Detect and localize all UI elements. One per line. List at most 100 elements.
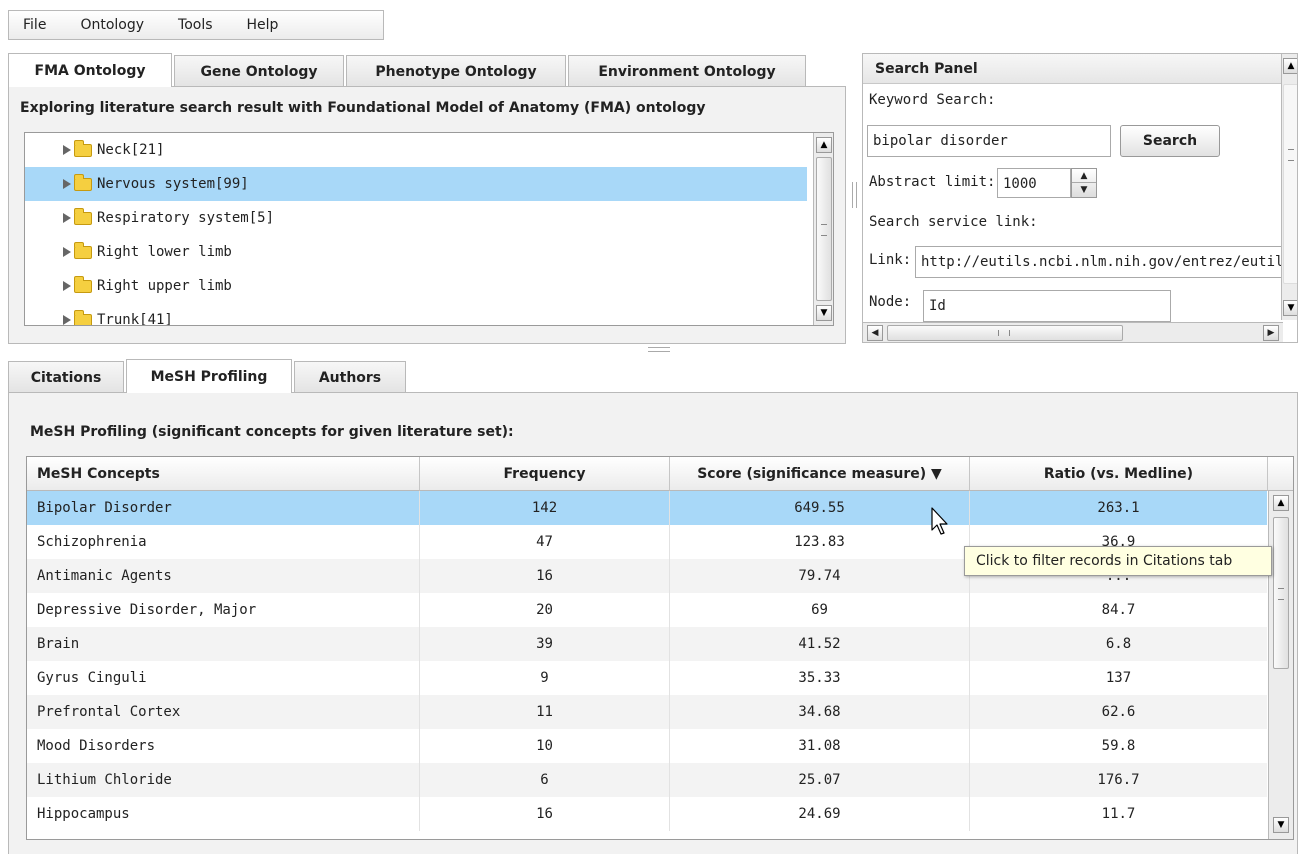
tab-gene-ontology[interactable]: Gene Ontology <box>174 55 344 87</box>
expand-arrow-icon[interactable] <box>63 281 71 291</box>
tab-fma-ontology[interactable]: FMA Ontology <box>8 53 172 87</box>
tree-item[interactable]: Nervous system[99] <box>25 167 807 201</box>
tree-scrollbar[interactable]: ▲ ▼ <box>813 133 833 325</box>
node-label: Node: <box>869 294 912 310</box>
folder-icon <box>74 139 92 157</box>
tree-item-label: Right upper limb <box>97 278 232 294</box>
menu-tools[interactable]: Tools <box>174 17 217 33</box>
expand-arrow-icon[interactable] <box>63 145 71 155</box>
vertical-splitter-handle[interactable] <box>852 182 857 208</box>
folder-icon <box>74 207 92 225</box>
scroll-thumb[interactable] <box>816 157 832 301</box>
table-row[interactable]: Lithium Chloride 6 25.07 176.7 <box>27 763 1267 797</box>
table-row[interactable]: Prefrontal Cortex 11 34.68 62.6 <box>27 695 1267 729</box>
table-row[interactable]: Bipolar Disorder 142 649.55 263.1 <box>27 491 1267 525</box>
cell-frequency: 10 <box>420 729 670 763</box>
cell-frequency: 16 <box>420 797 670 831</box>
scroll-thumb[interactable] <box>887 325 1123 341</box>
service-link-input[interactable]: http://eutils.ncbi.nlm.nih.gov/entrez/eu… <box>915 246 1287 278</box>
scroll-up-icon[interactable]: ▲ <box>816 137 832 153</box>
column-header-filler <box>1268 457 1293 491</box>
cell-ratio: 176.7 <box>1097 772 1140 788</box>
cell-frequency: 47 <box>420 525 670 559</box>
table-row[interactable]: Hippocampus 16 24.69 11.7 <box>27 797 1267 831</box>
mesh-table: MeSH Concepts Frequency Score (significa… <box>26 456 1294 840</box>
tree-item-label: Nervous system[99] <box>97 176 249 192</box>
column-header-score[interactable]: Score (significance measure) ▼ <box>670 457 970 491</box>
cell-concept: Gyrus Cinguli <box>27 661 420 695</box>
scroll-left-icon[interactable]: ◀ <box>867 325 883 341</box>
menu-help[interactable]: Help <box>243 17 283 33</box>
cell-concept: Prefrontal Cortex <box>27 695 420 729</box>
table-row[interactable]: Mood Disorders 10 31.08 59.8 <box>27 729 1267 763</box>
cell-score: 649.55 <box>670 491 970 525</box>
ontology-tabbar: FMA Ontology Gene Ontology Phenotype Ont… <box>8 53 808 87</box>
scroll-down-icon[interactable]: ▼ <box>816 305 832 321</box>
node-input[interactable]: Id <box>923 290 1171 322</box>
expand-arrow-icon[interactable] <box>63 213 71 223</box>
keyword-search-input[interactable]: bipolar disorder <box>867 125 1111 157</box>
scroll-down-icon[interactable]: ▼ <box>1273 817 1289 833</box>
table-row[interactable]: Depressive Disorder, Major 20 69 84.7 <box>27 593 1267 627</box>
cell-concept: Depressive Disorder, Major <box>27 593 420 627</box>
table-row[interactable]: Gyrus Cinguli 9 35.33 137 <box>27 661 1267 695</box>
grip-icon <box>1288 149 1294 161</box>
menu-ontology[interactable]: Ontology <box>76 17 148 33</box>
column-header-frequency[interactable]: Frequency <box>420 457 670 491</box>
cell-frequency: 11 <box>420 695 670 729</box>
scroll-down-icon[interactable]: ▼ <box>1283 300 1297 316</box>
cell-ratio: 59.8 <box>1101 738 1136 754</box>
scroll-up-icon[interactable]: ▲ <box>1273 495 1289 511</box>
tree-item-label: Trunk[41] <box>97 312 173 326</box>
search-service-label: Search service link: <box>869 214 1038 230</box>
search-panel-vscrollbar[interactable]: ▲ ▼ <box>1281 54 1297 320</box>
tab-citations[interactable]: Citations <box>8 361 124 393</box>
search-panel-hscrollbar[interactable]: ◀ ▶ <box>863 322 1283 342</box>
folder-icon <box>74 309 92 325</box>
cell-concept: Antimanic Agents <box>27 559 420 593</box>
stepper-up-icon[interactable]: ▲ <box>1072 169 1096 183</box>
abstract-limit-input[interactable]: 1000 <box>997 168 1071 198</box>
expand-arrow-icon[interactable] <box>63 247 71 257</box>
cell-concept: Lithium Chloride <box>27 763 420 797</box>
grip-icon <box>998 330 1010 336</box>
cell-ratio: 263.1 <box>1097 500 1140 516</box>
expand-arrow-icon[interactable] <box>63 315 71 325</box>
folder-icon <box>74 173 92 191</box>
cell-frequency: 142 <box>420 491 670 525</box>
abstract-limit-stepper[interactable]: ▲ ▼ <box>1071 168 1097 198</box>
cell-concept: Bipolar Disorder <box>27 491 420 525</box>
cell-score: 35.33 <box>670 661 970 695</box>
horizontal-splitter-handle[interactable] <box>648 347 670 352</box>
cell-frequency: 20 <box>420 593 670 627</box>
tree-item[interactable]: Respiratory system[5] <box>25 201 807 235</box>
tree-item[interactable]: Trunk[41] <box>25 303 807 326</box>
tree-item[interactable]: Right upper limb <box>25 269 807 303</box>
cell-score: 34.68 <box>670 695 970 729</box>
scroll-thumb[interactable] <box>1273 517 1289 669</box>
column-header-concepts[interactable]: MeSH Concepts <box>27 457 420 491</box>
cell-ratio: 84.7 <box>1101 602 1136 618</box>
scroll-thumb[interactable] <box>1283 84 1297 284</box>
cell-score: 69 <box>670 593 970 627</box>
tab-authors[interactable]: Authors <box>294 361 406 393</box>
menu-file[interactable]: File <box>19 17 50 33</box>
column-header-ratio[interactable]: Ratio (vs. Medline) <box>970 457 1268 491</box>
search-button[interactable]: Search <box>1120 125 1220 157</box>
scroll-right-icon[interactable]: ▶ <box>1263 325 1279 341</box>
tree-item[interactable]: Neck[21] <box>25 133 807 167</box>
tab-environment-ontology[interactable]: Environment Ontology <box>568 55 806 87</box>
tab-mesh-profiling[interactable]: MeSH Profiling <box>126 359 292 393</box>
cell-score: 79.74 <box>670 559 970 593</box>
table-row[interactable]: Brain 39 41.52 6.8 <box>27 627 1267 661</box>
table-scrollbar[interactable]: ▲ ▼ <box>1268 491 1293 839</box>
tab-phenotype-ontology[interactable]: Phenotype Ontology <box>346 55 566 87</box>
expand-arrow-icon[interactable] <box>63 179 71 189</box>
tree-item[interactable]: Right lower limb <box>25 235 807 269</box>
cell-frequency: 9 <box>420 661 670 695</box>
ontology-tree: Neck[21] Nervous system[99] Respiratory … <box>24 132 834 326</box>
cell-score: 25.07 <box>670 763 970 797</box>
stepper-down-icon[interactable]: ▼ <box>1072 183 1096 197</box>
folder-icon <box>74 241 92 259</box>
scroll-up-icon[interactable]: ▲ <box>1283 58 1297 74</box>
